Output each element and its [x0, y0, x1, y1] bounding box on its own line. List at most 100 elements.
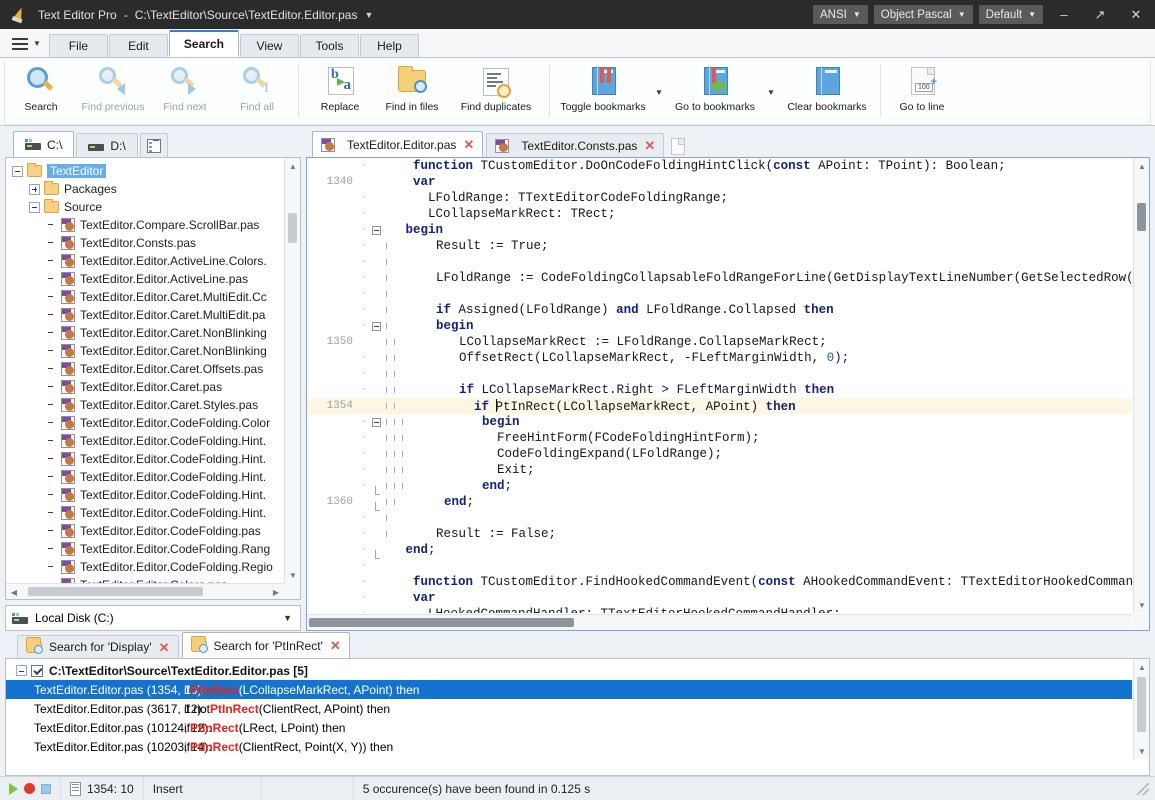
tree-item[interactable]: TextEditor.Editor.CodeFolding.pas	[12, 522, 284, 540]
scroll-thumb[interactable]	[1137, 677, 1146, 732]
encoding-dropdown[interactable]: ANSI ▼	[813, 5, 868, 24]
code-line[interactable]: · var	[307, 590, 1132, 606]
main-menu-button[interactable]: ▼	[6, 30, 49, 57]
list-view-tab[interactable]	[139, 133, 168, 157]
close-button[interactable]: ✕	[1121, 0, 1151, 29]
tree-item[interactable]: TextEditor.Editor.Caret.NonBlinking	[12, 342, 284, 360]
scroll-up-arrow-icon[interactable]: ▲	[1134, 158, 1149, 174]
scroll-down-arrow-icon[interactable]: ▼	[1134, 743, 1149, 759]
tab-help[interactable]: Help	[359, 34, 419, 57]
tree-item[interactable]: TextEditor.Editor.CodeFolding.Hint.	[12, 486, 284, 504]
code-line[interactable]: · LHookedCommandHandler: TTextEditorHook…	[307, 606, 1132, 613]
code-line[interactable]: ·	[307, 510, 1132, 526]
tree-expander-icon[interactable]	[29, 201, 40, 213]
go-to-bookmarks-dropdown[interactable]: ▼	[763, 61, 779, 123]
drive-selector-combobox[interactable]: Local Disk (C:) ▼	[5, 605, 301, 631]
code-line[interactable]: · OffsetRect(LCollapseMarkRect, -FLeftMa…	[307, 350, 1132, 366]
code-line[interactable]: · LCollapseMarkRect: TRect;	[307, 206, 1132, 222]
close-tab-icon[interactable]: ✕	[330, 639, 341, 652]
tree-item[interactable]: Source	[12, 198, 284, 216]
code-editor[interactable]: · function TCustomEditor.DoOnCodeFolding…	[306, 157, 1150, 631]
code-line[interactable]: · end;	[307, 478, 1132, 495]
tree-item[interactable]: TextEditor.Editor.Caret.NonBlinking	[12, 324, 284, 342]
tab-view[interactable]: View	[239, 34, 299, 57]
result-row[interactable]: TextEditor.Editor.pas (3617, 12): if not…	[6, 699, 1132, 718]
tree-item[interactable]: TextEditor	[12, 162, 284, 180]
file-tree-vertical-scrollbar[interactable]: ▲ ▼	[284, 158, 300, 583]
language-dropdown[interactable]: Object Pascal ▼	[873, 5, 973, 24]
editor-horizontal-scrollbar[interactable]: ▶	[307, 614, 1144, 630]
code-line[interactable]: · CodeFoldingExpand(LFoldRange);	[307, 446, 1132, 462]
find-in-files-button[interactable]: Find in files	[376, 61, 448, 123]
code-lines[interactable]: · function TCustomEditor.DoOnCodeFolding…	[307, 158, 1132, 613]
result-row[interactable]: TextEditor.Editor.pas (10203, 14): if Pt…	[6, 737, 1132, 756]
code-line[interactable]: · begin	[307, 318, 1132, 334]
scroll-right-arrow-icon[interactable]: ▶	[268, 584, 284, 599]
close-tab-icon[interactable]: ✕	[644, 139, 655, 152]
tab-file[interactable]: File	[48, 34, 108, 57]
find-all-button[interactable]: I Find all	[221, 61, 293, 123]
results-tab-display[interactable]: Search for 'Display' ✕	[17, 635, 179, 658]
scroll-thumb[interactable]	[28, 587, 203, 596]
find-duplicates-button[interactable]: Find duplicates	[448, 61, 544, 123]
tree-item[interactable]: Packages	[12, 180, 284, 198]
tree-item[interactable]: TextEditor.Compare.ScrollBar.pas	[12, 216, 284, 234]
code-line[interactable]: · Exit;	[307, 462, 1132, 478]
tree-item[interactable]: TextEditor.Editor.CodeFolding.Regio	[12, 558, 284, 576]
scroll-thumb[interactable]	[1137, 203, 1146, 231]
code-line[interactable]: 1360 end;	[307, 494, 1132, 511]
scroll-up-arrow-icon[interactable]: ▲	[1134, 659, 1149, 675]
code-line[interactable]: · function TCustomEditor.DoOnCodeFolding…	[307, 158, 1132, 174]
tree-item[interactable]: TextEditor.Editor.Caret.MultiEdit.Cc	[12, 288, 284, 306]
tree-item[interactable]: TextEditor.Editor.Caret.Styles.pas	[12, 396, 284, 414]
go-to-line-button[interactable]: +100 Go to line	[886, 61, 958, 123]
scroll-thumb[interactable]	[288, 213, 297, 243]
clear-bookmarks-button[interactable]: Clear bookmarks	[779, 61, 875, 123]
replace-button[interactable]: ba Replace	[304, 61, 376, 123]
editor-vertical-scrollbar[interactable]: ▲ ▼	[1133, 158, 1149, 613]
code-line[interactable]: – begin	[307, 414, 1132, 430]
tab-tools[interactable]: Tools	[299, 34, 359, 57]
results-tab-ptinrect[interactable]: Search for 'PtInRect' ✕	[181, 632, 350, 658]
scroll-up-arrow-icon[interactable]: ▲	[285, 158, 300, 174]
tree-item[interactable]: TextEditor.Editor.Caret.Offsets.pas	[12, 360, 284, 378]
code-line[interactable]: · LFoldRange: TTextEditorCodeFoldingRang…	[307, 190, 1132, 206]
tree-item[interactable]: TextEditor.Consts.pas	[12, 234, 284, 252]
code-line[interactable]: · Result := False;	[307, 526, 1132, 542]
toggle-bookmarks-dropdown[interactable]: ▼	[651, 61, 667, 123]
minimize-button[interactable]: –	[1049, 0, 1079, 29]
find-next-button[interactable]: Find next	[149, 61, 221, 123]
code-line[interactable]: ·	[307, 286, 1132, 302]
group-checkbox[interactable]	[31, 664, 43, 677]
tab-search[interactable]: Search	[168, 30, 239, 57]
result-row[interactable]: TextEditor.Editor.pas (1354, 10): if PtI…	[6, 680, 1132, 699]
title-dropdown-caret-icon[interactable]: ▼	[364, 10, 373, 20]
tree-item[interactable]: TextEditor.Editor.CodeFolding.Hint.	[12, 432, 284, 450]
go-to-bookmarks-button[interactable]: Go to bookmarks	[667, 61, 763, 123]
tree-item[interactable]: TextEditor.Editor.CodeFolding.Rang	[12, 540, 284, 558]
code-line[interactable]: · begin	[307, 222, 1132, 238]
results-vertical-scrollbar[interactable]: ▲ ▼	[1133, 659, 1149, 759]
record-icon[interactable]	[24, 783, 35, 794]
drive-tab-c[interactable]: C:\	[13, 131, 75, 157]
code-fold-marker[interactable]	[369, 321, 383, 331]
editor-tab-texteditor-consts-pas[interactable]: TextEditor.Consts.pas ✕	[486, 133, 665, 157]
code-line[interactable]: 1354 if PtInRect(LCollapseMarkRect, APoi…	[307, 398, 1132, 414]
code-line[interactable]: · LFoldRange := CodeFoldingCollapsableFo…	[307, 270, 1132, 286]
maximize-restore-button[interactable]: ↗	[1085, 0, 1115, 29]
code-line[interactable]: · if Assigned(LFoldRange) and LFoldRange…	[307, 302, 1132, 318]
drive-tab-d[interactable]: D:\	[76, 133, 138, 157]
code-fold-marker[interactable]	[369, 417, 383, 427]
tree-item[interactable]: TextEditor.Editor.ActiveLine.pas	[12, 270, 284, 288]
scroll-down-arrow-icon[interactable]: ▼	[1134, 597, 1149, 613]
theme-dropdown[interactable]: Default ▼	[978, 5, 1043, 24]
tree-item[interactable]: TextEditor.Editor.Caret.MultiEdit.pa	[12, 306, 284, 324]
tree-item[interactable]: TextEditor.Editor.CodeFolding.Hint.	[12, 468, 284, 486]
result-row[interactable]: TextEditor.Editor.pas (10124, 12): if Pt…	[6, 718, 1132, 737]
code-line[interactable]: · FreeHintForm(FCodeFoldingHintForm);	[307, 430, 1132, 446]
code-fold-marker[interactable]	[369, 225, 383, 235]
file-tree[interactable]: TextEditor Packages Source TextEditor.Compa…	[5, 157, 301, 600]
find-previous-button[interactable]: Find previous	[77, 61, 149, 123]
toggle-bookmarks-button[interactable]: Toggle bookmarks	[555, 61, 651, 123]
code-line[interactable]: · end;	[307, 542, 1132, 559]
